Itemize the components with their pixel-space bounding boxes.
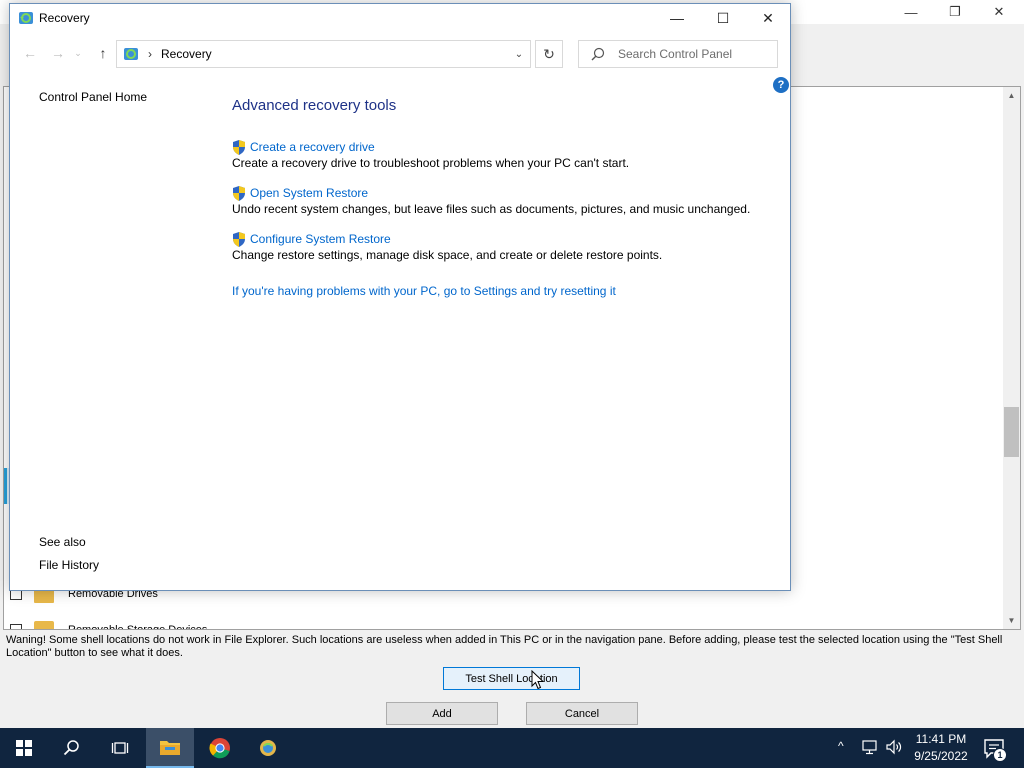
start-button[interactable] — [0, 728, 48, 768]
add-button[interactable]: Add — [386, 702, 498, 725]
list-item-label: Removable Storage Devices — [68, 624, 208, 630]
minimize-icon: — — [904, 4, 918, 20]
file-history-link[interactable]: File History — [39, 558, 99, 572]
maximize-button[interactable]: ☐ — [700, 4, 746, 32]
taskbar: ^ 11:41 PM 9/25/2022 1 — [0, 728, 1024, 768]
recovery-titlebar[interactable]: Recovery — ☐ ✕ — [10, 4, 790, 32]
windows-logo-icon — [16, 740, 32, 756]
mouse-cursor-icon — [531, 670, 545, 690]
scroll-thumb[interactable] — [1004, 407, 1019, 457]
clock-date[interactable]: 9/25/2022 — [906, 749, 976, 763]
back-arrow-icon[interactable]: ← — [20, 44, 40, 62]
minimize-button[interactable]: — — [654, 4, 700, 32]
see-also-label: See also — [39, 535, 86, 549]
breadcrumb-recovery[interactable]: Recovery — [161, 47, 212, 61]
tool-description: Create a recovery drive to troubleshoot … — [232, 156, 630, 170]
clock-time[interactable]: 11:41 PM — [906, 732, 976, 746]
task-view-button[interactable] — [96, 728, 144, 768]
close-icon: ✕ — [993, 4, 1005, 19]
control-panel-icon — [124, 48, 138, 60]
recent-locations-chevron-icon[interactable]: ⌄ — [72, 44, 84, 62]
cancel-button[interactable]: Cancel — [526, 702, 638, 725]
configure-system-restore-link[interactable]: Configure System Restore — [250, 232, 391, 246]
chrome-icon — [209, 738, 230, 759]
dialog-close-button[interactable]: ✕ — [976, 0, 1022, 24]
up-arrow-icon[interactable]: ↑ — [93, 44, 113, 62]
search-icon — [591, 47, 605, 61]
network-icon[interactable] — [861, 738, 879, 756]
restore-icon: ❐ — [949, 4, 961, 19]
scroll-down-icon[interactable]: ▼ — [1003, 612, 1020, 629]
chevron-down-icon[interactable]: ⌄ — [508, 41, 530, 67]
open-system-restore-link[interactable]: Open System Restore — [250, 186, 368, 200]
control-panel-icon — [260, 740, 276, 756]
close-icon: ✕ — [762, 9, 774, 26]
tool-open-system-restore: Open System Restore Undo recent system c… — [232, 185, 772, 216]
dialog-restore-button[interactable]: ❐ — [932, 0, 978, 24]
reset-pc-link[interactable]: If you're having problems with your PC, … — [232, 284, 616, 298]
page-title: Advanced recovery tools — [232, 97, 397, 114]
forward-arrow-icon[interactable]: → — [48, 44, 68, 62]
list-scrollbar[interactable]: ▲ ▼ — [1003, 87, 1020, 629]
recovery-window: Recovery — ☐ ✕ ← → ⌄ ↑ › Recovery ⌄ ↻ Se… — [9, 3, 791, 591]
folder-icon — [160, 741, 180, 755]
dialog-minimize-button[interactable]: — — [888, 0, 934, 24]
navigation-bar: ← → ⌄ ↑ › Recovery ⌄ ↻ Search Control Pa… — [10, 36, 790, 70]
test-shell-location-button[interactable]: Test Shell Location — [443, 667, 580, 690]
create-recovery-drive-link[interactable]: Create a recovery drive — [250, 140, 375, 154]
tool-configure-system-restore: Configure System Restore Change restore … — [232, 231, 772, 262]
tool-description: Change restore settings, manage disk spa… — [232, 248, 663, 262]
notification-count-badge: 1 — [993, 748, 1007, 762]
search-placeholder: Search Control Panel — [618, 47, 733, 61]
taskbar-control-panel[interactable] — [244, 728, 292, 768]
recovery-icon — [19, 12, 33, 24]
tool-create-recovery-drive: Create a recovery drive Create a recover… — [232, 139, 772, 170]
search-icon — [63, 740, 79, 756]
control-panel-home-link[interactable]: Control Panel Home — [39, 90, 147, 104]
folder-icon — [34, 621, 54, 629]
uac-shield-icon — [233, 185, 245, 201]
search-input[interactable]: Search Control Panel — [578, 40, 778, 68]
maximize-icon: ☐ — [716, 9, 730, 26]
show-hidden-icons-chevron-icon[interactable]: ^ — [838, 739, 844, 753]
tool-description: Undo recent system changes, but leave fi… — [232, 202, 751, 216]
refresh-icon[interactable]: ↻ — [535, 40, 563, 68]
address-bar[interactable]: › Recovery ⌄ — [116, 40, 531, 68]
close-button[interactable]: ✕ — [745, 4, 791, 32]
list-item[interactable]: Removable Storage Devices — [4, 612, 1004, 630]
item-checkbox[interactable] — [10, 624, 22, 629]
minimize-icon: — — [670, 10, 684, 26]
scroll-up-icon[interactable]: ▲ — [1003, 87, 1020, 104]
taskbar-chrome[interactable] — [196, 728, 244, 768]
task-view-icon — [111, 742, 129, 754]
volume-icon[interactable] — [885, 738, 903, 756]
uac-shield-icon — [233, 231, 245, 247]
window-title: Recovery — [39, 11, 90, 25]
uac-shield-icon — [233, 139, 245, 155]
taskbar-file-explorer[interactable] — [146, 728, 194, 768]
help-icon[interactable]: ? — [773, 77, 789, 93]
taskbar-search-button[interactable] — [48, 728, 96, 768]
breadcrumb-separator[interactable]: › — [148, 47, 152, 61]
warning-text: Waning! Some shell locations do not work… — [6, 634, 1003, 659]
